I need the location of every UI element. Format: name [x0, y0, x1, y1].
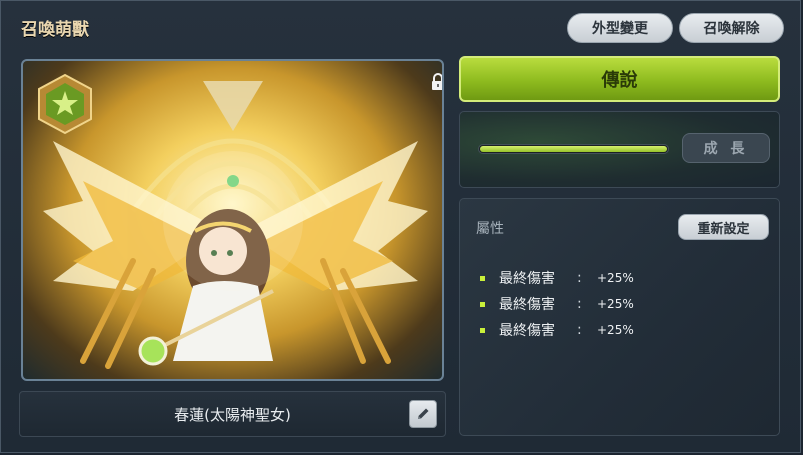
attribute-separator: : — [577, 296, 582, 312]
growth-panel: 成 長 — [459, 111, 780, 188]
attribute-value: +25% — [597, 323, 634, 337]
attributes-label: 屬性 — [476, 221, 504, 237]
pet-portrait — [21, 59, 444, 381]
attribute-row: 最終傷害 : +25% — [480, 291, 634, 317]
pencil-icon — [418, 408, 429, 419]
bullet-icon — [480, 275, 485, 281]
attribute-list: 最終傷害 : +25% 最終傷害 : +25% 最終傷害 : +25% — [480, 265, 634, 343]
attribute-value: +25% — [597, 297, 634, 311]
rename-button[interactable] — [409, 400, 437, 428]
grow-button[interactable]: 成 長 — [682, 133, 770, 163]
attribute-row: 最終傷害 : +25% — [480, 265, 634, 291]
attribute-name: 最終傷害 — [499, 323, 555, 339]
growth-progress-bar — [478, 144, 669, 154]
reset-attributes-button[interactable]: 重新設定 — [678, 214, 769, 240]
grade-legendary-button[interactable]: 傳說 — [459, 56, 780, 102]
attribute-name: 最終傷害 — [499, 297, 555, 313]
attribute-separator: : — [577, 322, 582, 338]
attribute-value: +25% — [597, 271, 634, 285]
attributes-panel: 屬性 重新設定 最終傷害 : +25% 最終傷害 : +25% 最終傷害 : +… — [459, 198, 780, 436]
pet-name-bar: 春蓮(太陽神聖女) — [19, 391, 446, 437]
window-title: 召喚萌獸 — [21, 20, 89, 40]
growth-progress-fill — [480, 146, 667, 152]
bullet-icon — [480, 301, 485, 307]
bullet-icon — [480, 327, 485, 333]
appearance-change-button[interactable]: 外型變更 — [567, 13, 673, 43]
summon-pet-window: 召喚萌獸 外型變更 召喚解除 春蓮(太陽神聖女) 傳說 成 長 屬性 重新設定 … — [0, 0, 801, 453]
attribute-name: 最終傷害 — [499, 271, 555, 287]
attribute-separator: : — [577, 270, 582, 286]
pet-name: 春蓮(太陽神聖女) — [174, 406, 291, 424]
summon-release-button[interactable]: 召喚解除 — [679, 13, 784, 43]
attribute-row: 最終傷害 : +25% — [480, 317, 634, 343]
